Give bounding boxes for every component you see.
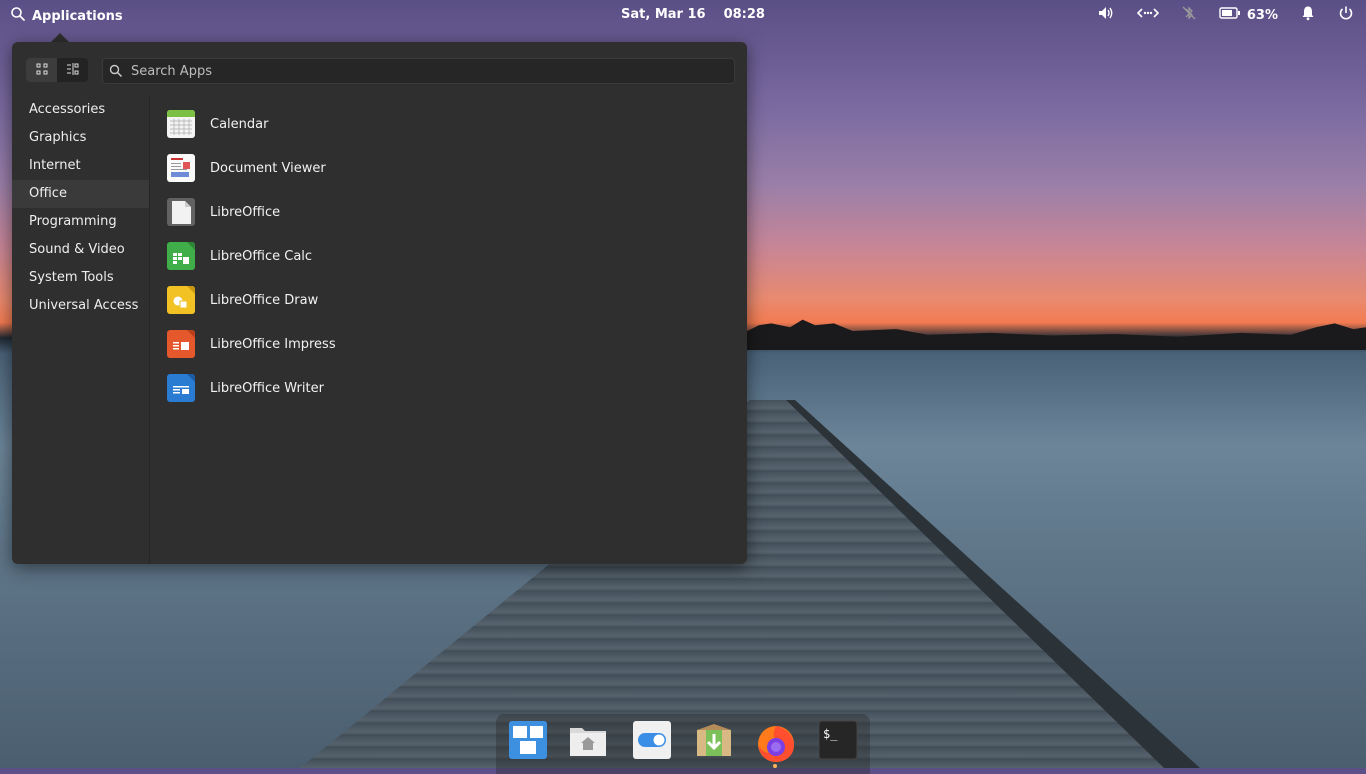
dock: $_	[496, 714, 870, 774]
app-list: Calendar Document Viewer LibreOffice Lib…	[167, 102, 336, 410]
calendar-icon	[167, 110, 195, 138]
indicator-area: 63%	[1097, 5, 1354, 25]
applications-button[interactable]: Applications	[10, 6, 123, 26]
category-list: Accessories Graphics Internet Office Pro…	[12, 96, 150, 564]
search-box	[102, 58, 735, 84]
files-icon[interactable]	[568, 720, 608, 760]
network-indicator[interactable]	[1136, 5, 1160, 25]
appcenter-icon[interactable]	[694, 720, 734, 760]
app-label: Calendar	[210, 116, 269, 132]
applications-label: Applications	[32, 8, 123, 24]
bluetooth-disabled-icon	[1181, 5, 1197, 25]
datetime-indicator[interactable]: Sat, Mar 16 08:28	[621, 7, 765, 22]
category-accessories[interactable]: Accessories	[12, 96, 149, 124]
app-label: Document Viewer	[210, 160, 326, 176]
libreoffice-calc-icon	[167, 242, 195, 270]
wallpaper-treeline	[740, 319, 1366, 350]
app-label: LibreOffice Impress	[210, 336, 336, 352]
date-label: Sat, Mar 16	[621, 7, 706, 22]
bluetooth-indicator[interactable]	[1181, 5, 1197, 25]
category-programming[interactable]: Programming	[12, 208, 149, 236]
grid-icon	[35, 61, 49, 80]
power-icon	[1338, 5, 1354, 25]
category-list-icon	[66, 61, 80, 80]
search-field-icon	[109, 64, 123, 78]
libreoffice-writer-icon	[167, 374, 195, 402]
libreoffice-draw-icon	[167, 286, 195, 314]
category-view-button[interactable]	[57, 58, 88, 82]
libreoffice-impress-icon	[167, 330, 195, 358]
app-libreoffice-writer[interactable]: LibreOffice Writer	[167, 366, 336, 410]
search-icon	[10, 6, 26, 26]
category-graphics[interactable]: Graphics	[12, 124, 149, 152]
app-label: LibreOffice Calc	[210, 248, 313, 264]
network-wired-icon	[1136, 5, 1160, 25]
category-sound-video[interactable]: Sound & Video	[12, 236, 149, 264]
power-indicator[interactable]: 63%	[1219, 6, 1278, 24]
app-libreoffice[interactable]: LibreOffice	[167, 190, 336, 234]
document-viewer-icon	[167, 154, 195, 182]
terminal-glyph: $_	[823, 727, 838, 741]
search-input[interactable]	[129, 62, 734, 80]
volume-icon	[1097, 5, 1115, 25]
category-office[interactable]: Office	[12, 180, 149, 208]
category-internet[interactable]: Internet	[12, 152, 149, 180]
firefox-icon[interactable]	[754, 720, 794, 762]
notifications-indicator[interactable]	[1300, 5, 1316, 25]
app-label: LibreOffice Writer	[210, 380, 324, 396]
running-indicator	[773, 764, 777, 768]
view-mode-toggle	[26, 58, 88, 82]
app-calendar[interactable]: Calendar	[167, 102, 336, 146]
bell-icon	[1300, 5, 1316, 25]
battery-icon	[1219, 6, 1241, 24]
grid-view-button[interactable]	[26, 58, 57, 82]
app-label: LibreOffice Draw	[210, 292, 319, 308]
app-libreoffice-impress[interactable]: LibreOffice Impress	[167, 322, 336, 366]
time-label: 08:28	[723, 7, 765, 22]
app-label: LibreOffice	[210, 204, 281, 220]
category-system-tools[interactable]: System Tools	[12, 264, 149, 292]
libreoffice-icon	[167, 198, 195, 226]
session-indicator[interactable]	[1338, 5, 1354, 25]
multitasking-view-icon[interactable]	[508, 720, 548, 760]
app-libreoffice-calc[interactable]: LibreOffice Calc	[167, 234, 336, 278]
system-settings-icon[interactable]	[632, 720, 672, 760]
top-panel: Applications Sat, Mar 16 08:28 63%	[0, 0, 1366, 30]
battery-percent: 63%	[1246, 7, 1278, 23]
terminal-icon[interactable]: $_	[818, 720, 858, 760]
sound-indicator[interactable]	[1097, 5, 1115, 25]
app-document-viewer[interactable]: Document Viewer	[167, 146, 336, 190]
category-universal-access[interactable]: Universal Access	[12, 292, 149, 320]
applications-menu: Accessories Graphics Internet Office Pro…	[12, 42, 747, 564]
app-libreoffice-draw[interactable]: LibreOffice Draw	[167, 278, 336, 322]
